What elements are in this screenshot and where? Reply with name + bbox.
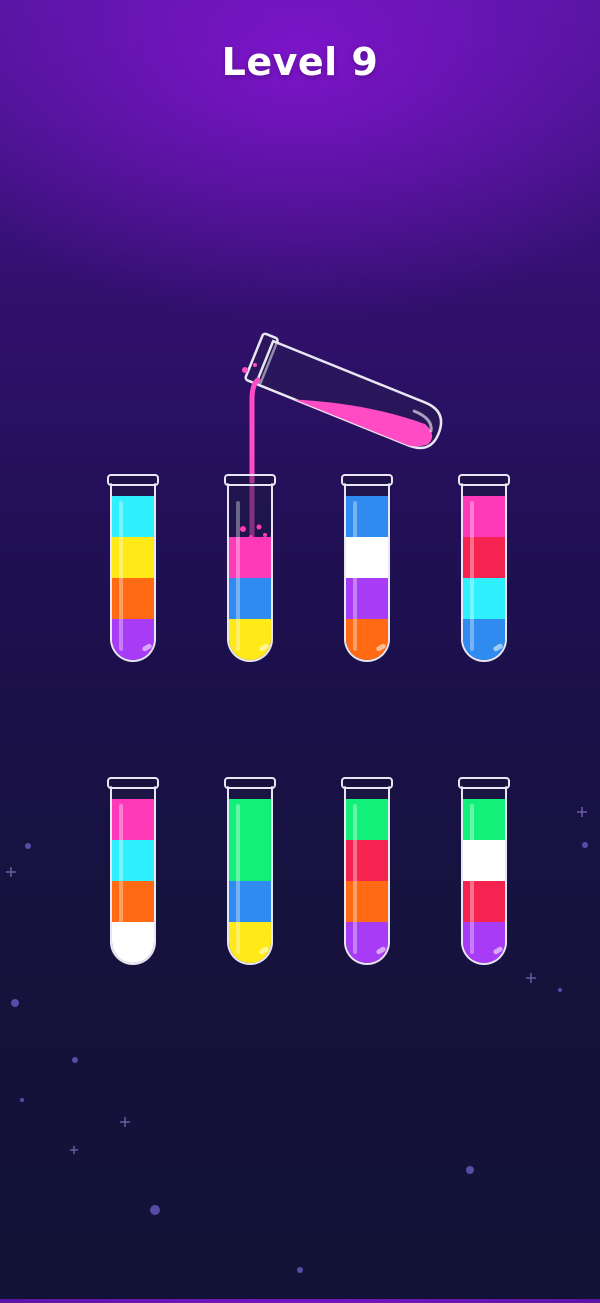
tube-glass [344,786,390,965]
tube-glass [461,786,507,965]
tube-2[interactable] [224,474,276,664]
tube-8[interactable] [458,777,510,967]
tube-3[interactable] [341,474,393,664]
tube-4[interactable] [458,474,510,664]
tube-glass [227,786,273,965]
tube-5[interactable] [107,777,159,967]
tube-1[interactable] [107,474,159,664]
tube-rim [458,777,510,789]
tube-rim [224,474,276,486]
tube-rim [458,474,510,486]
splash-bubble [263,533,267,537]
tube-rim [341,777,393,789]
tube-shine [119,804,123,954]
sparkles-svg [6,807,588,1273]
tube-rim [341,474,393,486]
tube-shine [236,501,240,651]
tube-rim [107,777,159,789]
background-sparkles [0,0,600,1299]
tube-shine [236,804,240,954]
tube-shine [470,501,474,651]
level-title: Level 9 [221,40,379,84]
sparkle-star [577,807,587,817]
sparkle-dot [25,843,31,849]
sparkle-dot [150,1205,160,1215]
splash-bubble [240,526,246,532]
sparkle-star [6,867,16,877]
tube-shine [353,501,357,651]
tube-glass [227,483,273,662]
tube-rim [224,777,276,789]
tube-glass [110,483,156,662]
sparkle-dot [72,1057,78,1063]
splash-bubble [249,535,253,539]
sparkle-dot [297,1267,303,1273]
sparkle-dot [582,842,588,848]
sparkle-dot [466,1166,474,1174]
tube-7[interactable] [341,777,393,967]
tube-glass [344,483,390,662]
sparkle-star [120,1117,130,1127]
tube-shine [119,501,123,651]
tube-glass [110,786,156,965]
sparkle-star [70,1146,78,1154]
sparkle-dot [558,988,562,992]
sparkle-dot [11,999,19,1007]
tube-glass [461,483,507,662]
tube-6[interactable] [224,777,276,967]
tube-shine [470,804,474,954]
tube-shine [353,804,357,954]
sparkle-star [526,973,536,983]
splash-bubble [256,524,262,530]
tube-rim [107,474,159,486]
sparkle-dot [20,1098,24,1102]
